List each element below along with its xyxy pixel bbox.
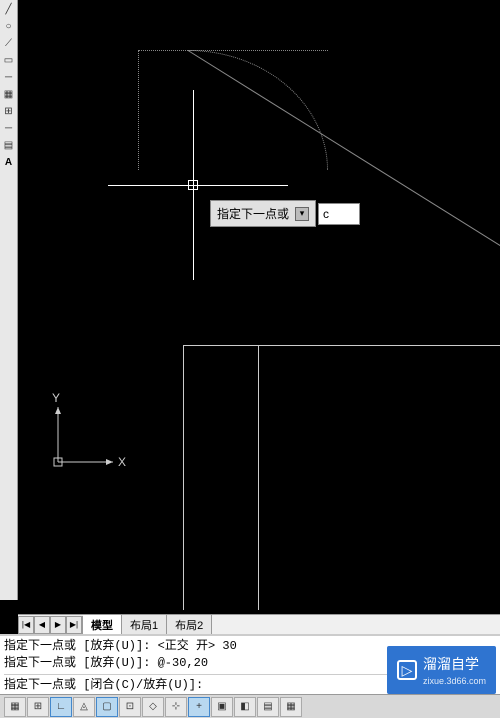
rubber-band-vertical	[138, 50, 139, 170]
rect-tool-icon[interactable]: ▭	[2, 53, 16, 67]
status-sc-icon[interactable]: ▦	[280, 697, 302, 717]
status-polar-icon[interactable]: ◬	[73, 697, 95, 717]
tab-model[interactable]: 模型	[83, 615, 122, 635]
status-osnap-icon[interactable]: ▢	[96, 697, 118, 717]
drawing-canvas[interactable]: 指定下一点或 ▾ X Y	[18, 0, 500, 610]
rubber-band-horizontal	[138, 50, 328, 51]
cursor-pickbox	[188, 180, 198, 190]
hatch-tool-icon[interactable]: ▦	[2, 87, 16, 101]
status-bar: ▦ ⊞ ∟ ◬ ▢ ⊡ ◇ ⊹ + ▣ ◧ ▤ ▦	[0, 694, 500, 718]
tab-layout1[interactable]: 布局1	[122, 615, 167, 635]
prompt-text: 指定下一点或	[217, 205, 289, 222]
cmd-prompt-text: 指定下一点或 [闭合(C)/放弃(U)]:	[4, 677, 203, 694]
rubber-band-arc	[188, 50, 328, 170]
polyline-tool-icon[interactable]: ⟋	[2, 36, 16, 50]
status-lwt-icon[interactable]: ▣	[211, 697, 233, 717]
left-toolbar: ╱ ○ ⟋ ▭ ─ ▦ ⊞ ─ ▤ A	[0, 0, 18, 600]
watermark-play-icon: ▷	[397, 660, 417, 680]
dynamic-input-field[interactable]	[318, 203, 360, 225]
table-tool-icon[interactable]: ▤	[2, 138, 16, 152]
status-3dosnap-icon[interactable]: ⊡	[119, 697, 141, 717]
watermark: ▷ 溜溜自学 zixue.3d66.com	[387, 646, 496, 694]
tab-nav-next[interactable]: ▶	[50, 616, 66, 634]
status-grid-icon[interactable]: ⊞	[27, 697, 49, 717]
text-tool-icon[interactable]: A	[2, 155, 16, 169]
drawn-vertical-line	[258, 345, 259, 610]
tab-layout2[interactable]: 布局2	[167, 615, 212, 635]
prompt-label-box: 指定下一点或 ▾	[210, 200, 316, 227]
watermark-url: zixue.3d66.com	[423, 676, 486, 686]
tab-nav-last[interactable]: ▶|	[66, 616, 82, 634]
status-qp-icon[interactable]: ▤	[257, 697, 279, 717]
ucs-y-label: Y	[52, 391, 60, 405]
status-otrack-icon[interactable]: ◇	[142, 697, 164, 717]
layout-tabs: |◀ ◀ ▶ ▶| 模型 布局1 布局2	[18, 614, 500, 634]
prompt-dropdown-icon[interactable]: ▾	[295, 207, 309, 221]
dynamic-input-prompt: 指定下一点或 ▾	[210, 200, 360, 227]
array-tool-icon[interactable]: ⊞	[2, 104, 16, 118]
watermark-brand: 溜溜自学	[423, 656, 479, 672]
status-dyn-icon[interactable]: +	[188, 697, 210, 717]
tab-nav-group: |◀ ◀ ▶ ▶|	[18, 616, 83, 634]
status-tpy-icon[interactable]: ◧	[234, 697, 256, 717]
drawn-rectangle	[183, 345, 500, 610]
tab-nav-prev[interactable]: ◀	[34, 616, 50, 634]
ucs-icon: X Y	[48, 402, 128, 485]
divider-icon: ─	[2, 121, 16, 135]
tab-nav-first[interactable]: |◀	[18, 616, 34, 634]
ucs-x-label: X	[118, 455, 126, 469]
status-ortho-icon[interactable]: ∟	[50, 697, 72, 717]
line-tool-icon[interactable]: ╱	[2, 2, 16, 16]
crosshair-horizontal	[108, 185, 288, 186]
circle-tool-icon[interactable]: ○	[2, 19, 16, 33]
status-ducs-icon[interactable]: ⊹	[165, 697, 187, 717]
divider-icon: ─	[2, 70, 16, 84]
status-snap-icon[interactable]: ▦	[4, 697, 26, 717]
